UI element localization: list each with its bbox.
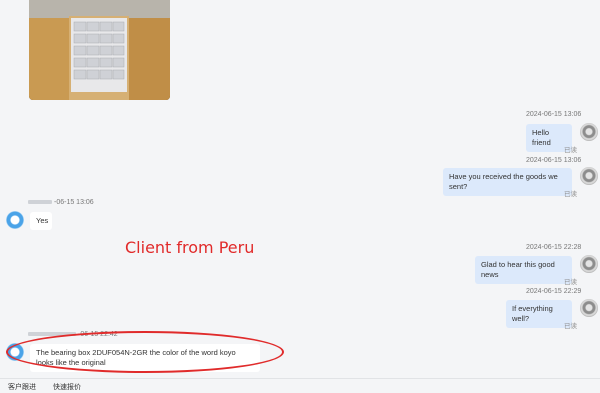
message-bubble-outgoing[interactable]: Have you received the goods we sent? xyxy=(443,168,572,196)
bottom-toolbar: 客户跟进 快速报价 xyxy=(0,378,600,393)
message-timestamp: 2024-06-15 13:06 xyxy=(526,157,582,164)
timestamp-text: -06-15 22:42 xyxy=(78,331,118,338)
my-avatar-icon[interactable] xyxy=(580,299,598,317)
my-avatar-icon[interactable] xyxy=(580,123,598,141)
chat-history: 2024-06-15 13:06 Hello friend 已读 2024-06… xyxy=(0,0,600,378)
timestamp-text: -06-15 13:06 xyxy=(54,199,94,206)
my-avatar-icon[interactable] xyxy=(580,255,598,273)
product-photo[interactable] xyxy=(29,0,170,100)
message-bubble-outgoing[interactable]: If everything well? xyxy=(506,300,572,328)
message-timestamp: 2024-06-15 13:06 xyxy=(526,111,582,118)
read-status: 已读 xyxy=(564,279,577,286)
client-avatar-icon[interactable] xyxy=(6,343,24,361)
my-avatar-icon[interactable] xyxy=(580,167,598,185)
redacted-name xyxy=(28,332,76,337)
box-photo-image xyxy=(29,0,170,100)
quick-quote-tab[interactable]: 快速报价 xyxy=(53,382,81,392)
redacted-name xyxy=(28,200,52,205)
message-timestamp: 2024-06-15 22:28 xyxy=(526,244,582,251)
message-timestamp: 2024-06-15 22:29 xyxy=(526,288,582,295)
message-timestamp: -06-15 13:06 xyxy=(28,199,94,206)
annotation-label: Client from Peru xyxy=(125,238,255,257)
message-bubble-outgoing[interactable]: Glad to hear this good news xyxy=(475,256,572,284)
message-bubble-incoming[interactable]: Yes xyxy=(30,212,52,230)
message-timestamp: -06-15 22:42 xyxy=(28,331,118,338)
read-status: 已读 xyxy=(564,191,577,198)
customer-followup-tab[interactable]: 客户跟进 xyxy=(8,382,36,392)
read-status: 已读 xyxy=(564,323,577,330)
read-status: 已读 xyxy=(564,147,577,154)
client-avatar-icon[interactable] xyxy=(6,211,24,229)
message-bubble-incoming[interactable]: The bearing box 2DUF054N-2GR the color o… xyxy=(30,344,260,372)
